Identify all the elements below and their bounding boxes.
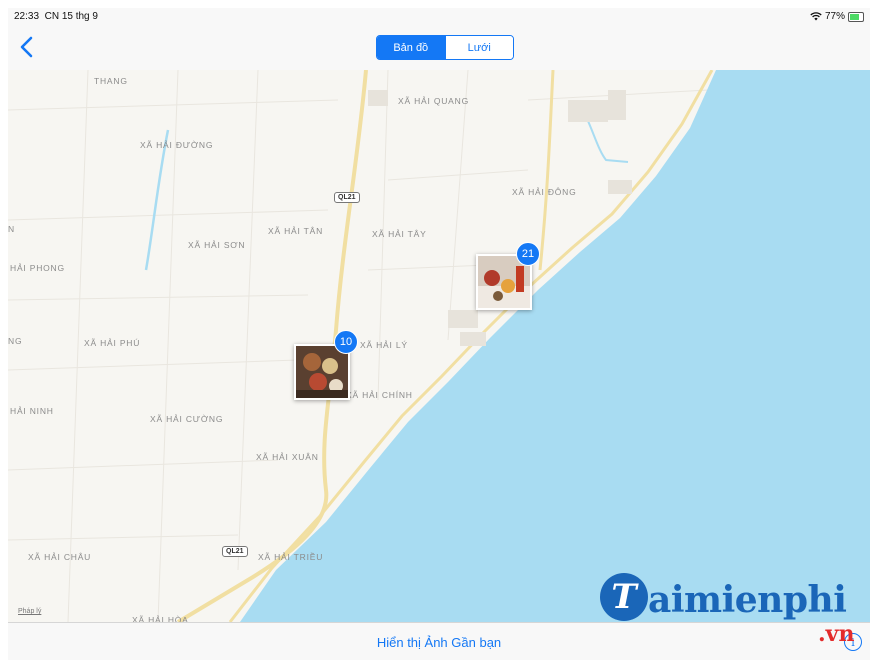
map-view[interactable]: THANG XÃ HẢI QUANG XÃ HẢI ĐƯỜNG XÃ HẢI Đ…	[8, 70, 870, 625]
pin-count-badge: 10	[334, 330, 358, 354]
place-label: XÃ HẢI LÝ	[360, 340, 408, 350]
place-label: XÃ HẢI SƠN	[188, 240, 246, 250]
status-time: 22:33 CN 15 thg 9	[14, 11, 98, 22]
place-label: XÃ HẢI ĐƯỜNG	[140, 140, 214, 150]
place-label: XÃ HẢI CƯỜNG	[150, 414, 224, 424]
place-label: XÃ HẢI TRIỀU	[258, 552, 324, 562]
place-label: XÃ HẢI CHÍNH	[346, 390, 413, 400]
view-segmented-control: Bản đồ Lưới	[376, 35, 514, 60]
nav-bar: Bản đồ Lưới	[8, 26, 870, 71]
watermark-initial: T	[600, 573, 648, 621]
segment-map[interactable]: Bản đồ	[377, 36, 445, 59]
place-label: N	[8, 224, 15, 234]
status-bar: 22:33 CN 15 thg 9 77%	[8, 8, 870, 26]
battery-icon	[848, 11, 864, 22]
place-label: XÃ HẢI TÂY	[372, 229, 427, 239]
wifi-icon	[810, 12, 822, 21]
road-shield: QL21	[222, 546, 248, 557]
place-label: XÃ HẢI PHÚ	[84, 338, 141, 348]
place-label: XÃ HẢI ĐÔNG	[512, 187, 577, 197]
place-label: HẢI NINH	[10, 406, 54, 416]
chevron-left-icon[interactable]	[16, 34, 40, 60]
pin-count-badge: 21	[516, 242, 540, 266]
road-shield: QL21	[334, 192, 360, 203]
place-label: XÃ HẢI CHÂU	[28, 552, 92, 562]
status-right: 77%	[810, 11, 864, 22]
watermark-tld: .vn	[818, 621, 855, 647]
photo-thumbnail	[296, 346, 348, 398]
place-label: NG	[8, 336, 23, 346]
place-label: HẢI PHONG	[10, 263, 65, 273]
watermark-logo: T aimienphi .vn	[600, 573, 870, 653]
legal-link[interactable]: Pháp lý	[18, 608, 41, 615]
photos-map-screen: 22:33 CN 15 thg 9 77% Bản đồ Lưới THANG …	[8, 8, 870, 660]
battery-percent: 77%	[824, 11, 845, 22]
place-label: THANG	[94, 76, 128, 86]
place-label: XÃ HẢI QUANG	[398, 96, 470, 106]
segment-grid[interactable]: Lưới	[444, 36, 513, 59]
place-label: XÃ HẢI TÂN	[268, 226, 324, 236]
place-label: XÃ HẢI XUÂN	[256, 452, 319, 462]
watermark-brand: aimienphi	[648, 579, 847, 621]
